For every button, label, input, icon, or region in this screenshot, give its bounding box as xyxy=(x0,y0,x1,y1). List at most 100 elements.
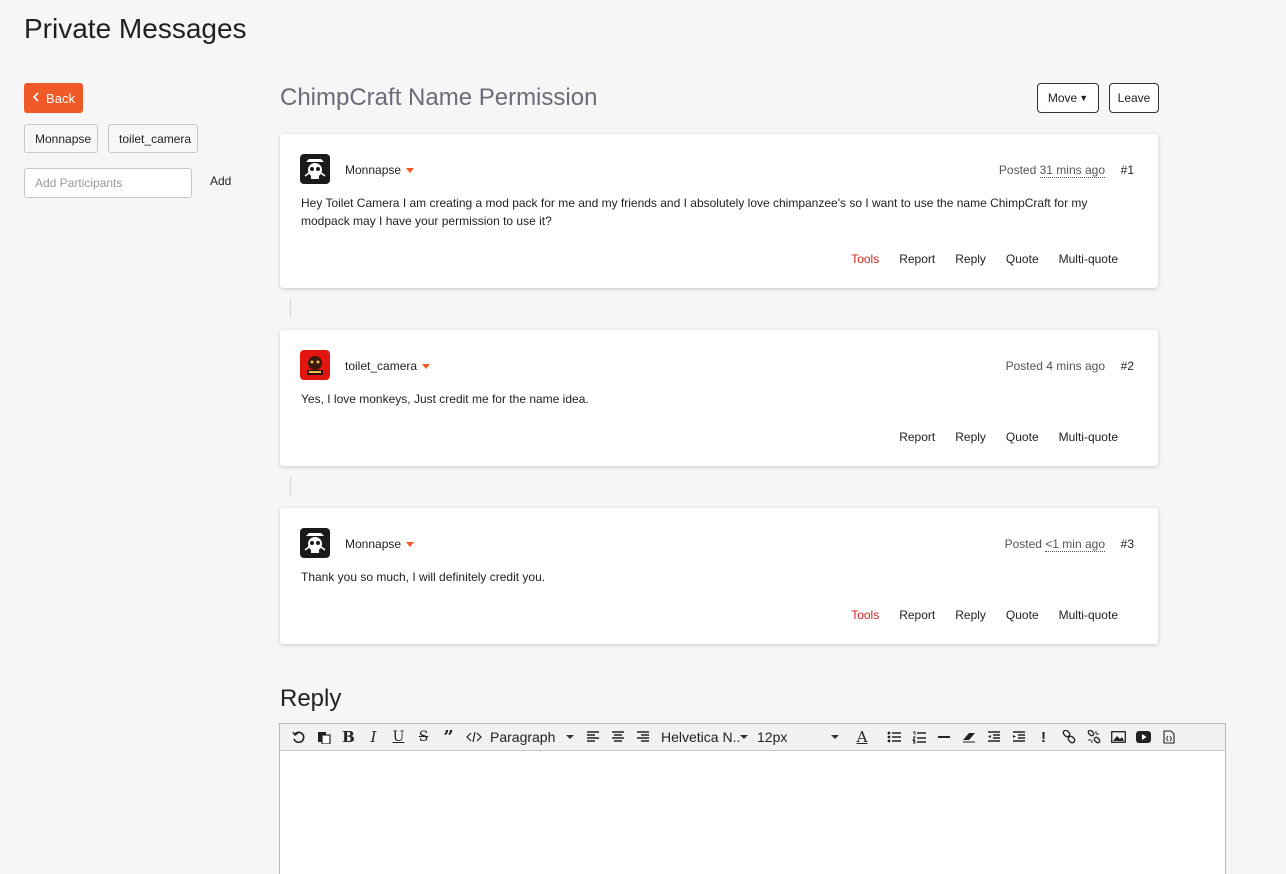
posted-ago: 4 mins ago xyxy=(1046,359,1105,373)
strikethrough-icon[interactable]: S xyxy=(411,724,436,751)
code-icon[interactable] xyxy=(461,724,486,751)
report-link[interactable]: Report xyxy=(899,608,935,622)
author-name: Monnapse xyxy=(345,163,402,177)
numbered-list-icon[interactable] xyxy=(906,724,931,751)
leave-button[interactable]: Leave xyxy=(1109,83,1159,113)
multi-quote-link[interactable]: Multi-quote xyxy=(1059,252,1118,266)
caret-down-icon xyxy=(566,735,574,739)
participants-list: Monnapse toilet_camera xyxy=(24,124,199,153)
post-time: Posted 4 mins ago xyxy=(1006,359,1105,373)
tools-link[interactable]: Tools xyxy=(851,608,879,622)
posted-prefix: Posted xyxy=(1004,537,1042,551)
reply-link[interactable]: Reply xyxy=(955,430,986,444)
participant-chip[interactable]: Monnapse xyxy=(24,124,99,153)
thread-title: ChimpCraft Name Permission xyxy=(280,84,598,111)
editor-toolbar: B I U S ” Paragraph Helvetica N.. 12px A… xyxy=(280,724,1225,751)
post-actions: Report Reply Quote Multi-quote xyxy=(899,430,1118,444)
exclamation-icon[interactable]: ! xyxy=(1031,724,1056,751)
paragraph-select-value: Paragraph xyxy=(490,729,556,745)
caret-down-icon xyxy=(406,541,415,547)
back-button[interactable]: Back xyxy=(24,83,83,113)
paragraph-select[interactable]: Paragraph xyxy=(486,729,580,745)
video-icon[interactable] xyxy=(1131,724,1156,751)
caret-down-icon xyxy=(422,363,431,369)
quote-link[interactable]: Quote xyxy=(1006,430,1039,444)
font-family-select-value: Helvetica N.. xyxy=(661,729,741,745)
caret-down-icon xyxy=(406,167,415,173)
move-button-label: Move xyxy=(1047,91,1078,105)
unlink-icon[interactable] xyxy=(1081,724,1106,751)
post-body: Yes, I love monkeys, Just credit me for … xyxy=(301,392,589,406)
avatar[interactable] xyxy=(300,154,330,184)
paste-icon[interactable] xyxy=(311,724,336,751)
caret-down-icon xyxy=(831,735,839,739)
post-actions: Tools Report Reply Quote Multi-quote xyxy=(851,608,1118,622)
blockquote-icon[interactable]: ” xyxy=(436,724,461,751)
author-name: toilet_camera xyxy=(345,359,418,373)
undo-icon[interactable] xyxy=(286,724,311,751)
align-right-icon[interactable] xyxy=(630,724,655,751)
report-link[interactable]: Report xyxy=(899,252,935,266)
post-author[interactable]: Monnapse xyxy=(345,537,415,551)
message-post: toilet_camera Posted 4 mins ago #2 Yes, … xyxy=(280,330,1158,466)
align-center-icon[interactable] xyxy=(605,724,630,751)
author-name: Monnapse xyxy=(345,537,402,551)
post-number[interactable]: #2 xyxy=(1121,359,1134,373)
posted-prefix: Posted xyxy=(998,163,1037,177)
participant-name: toilet_camera xyxy=(119,131,192,146)
move-button[interactable]: Move ▼ xyxy=(1037,83,1099,113)
toilet-logo-icon xyxy=(307,356,323,375)
reply-link[interactable]: Reply xyxy=(955,252,986,266)
posted-prefix: Posted xyxy=(1005,359,1043,373)
bullet-list-icon[interactable] xyxy=(881,724,906,751)
posted-ago: 31 mins ago xyxy=(1039,163,1105,178)
source-code-icon[interactable] xyxy=(1156,724,1181,751)
text-color-button[interactable]: A xyxy=(847,724,881,751)
post-time: Posted <1 min ago xyxy=(1004,537,1105,552)
multi-quote-link[interactable]: Multi-quote xyxy=(1059,608,1118,622)
participant-name: Monnapse xyxy=(35,131,92,146)
quote-link[interactable]: Quote xyxy=(1006,608,1039,622)
avatar[interactable] xyxy=(300,350,330,380)
italic-icon[interactable]: I xyxy=(361,724,386,751)
eraser-icon[interactable] xyxy=(956,724,981,751)
font-family-select[interactable]: Helvetica N.. xyxy=(655,729,751,745)
reply-text-area[interactable] xyxy=(280,751,1225,874)
thread-connector xyxy=(290,298,291,318)
post-number[interactable]: #3 xyxy=(1121,537,1134,551)
text-color-icon: A xyxy=(856,728,868,746)
message-post: Monnapse Posted <1 min ago #3 Thank you … xyxy=(280,508,1158,644)
report-link[interactable]: Report xyxy=(899,430,935,444)
outdent-icon[interactable] xyxy=(981,724,1006,751)
font-size-select[interactable]: 12px xyxy=(751,729,847,745)
link-icon[interactable] xyxy=(1056,724,1081,751)
tools-link[interactable]: Tools xyxy=(851,252,879,266)
font-size-select-value: 12px xyxy=(757,729,788,745)
reply-link[interactable]: Reply xyxy=(955,608,986,622)
leave-button-label: Leave xyxy=(1117,91,1151,105)
post-body: Hey Toilet Camera I am creating a mod pa… xyxy=(301,196,1088,228)
indent-icon[interactable] xyxy=(1006,724,1031,751)
bold-icon[interactable]: B xyxy=(336,724,361,751)
participant-chip[interactable]: toilet_camera xyxy=(108,124,199,153)
avatar[interactable] xyxy=(300,528,330,558)
posted-ago: <1 min ago xyxy=(1045,537,1105,552)
quote-link[interactable]: Quote xyxy=(1006,252,1039,266)
skull-icon xyxy=(304,159,326,179)
reply-heading: Reply xyxy=(280,685,342,712)
page-title: Private Messages xyxy=(24,13,247,44)
multi-quote-link[interactable]: Multi-quote xyxy=(1059,430,1118,444)
post-body: Thank you so much, I will definitely cre… xyxy=(301,570,546,584)
thread-connector xyxy=(290,476,291,496)
back-button-label: Back xyxy=(46,90,75,106)
post-author[interactable]: toilet_camera xyxy=(345,359,431,373)
align-left-icon[interactable] xyxy=(580,724,605,751)
post-number[interactable]: #1 xyxy=(1121,163,1134,177)
add-participants-input[interactable] xyxy=(24,168,192,198)
caret-down-icon: ▼ xyxy=(1079,93,1089,103)
horizontal-rule-icon[interactable] xyxy=(931,724,956,751)
image-icon[interactable] xyxy=(1106,724,1131,751)
add-participant-button[interactable]: Add xyxy=(210,174,231,188)
post-author[interactable]: Monnapse xyxy=(345,163,415,177)
underline-icon[interactable]: U xyxy=(386,724,411,751)
